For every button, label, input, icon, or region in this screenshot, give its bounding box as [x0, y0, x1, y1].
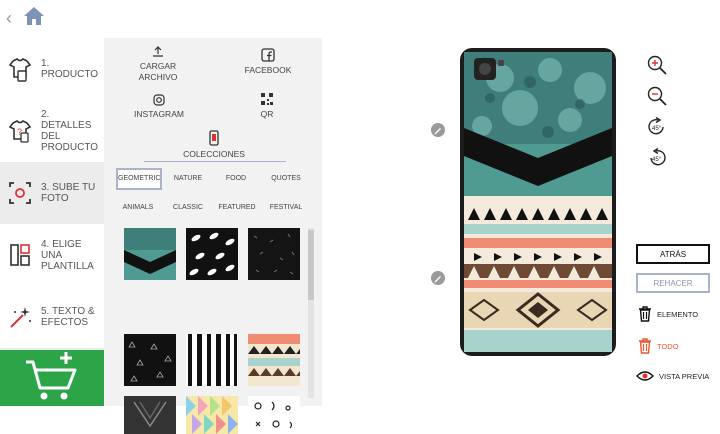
rotate-right-45-icon[interactable]: 45° — [646, 116, 668, 138]
back-button[interactable]: ATRÁS — [636, 244, 710, 264]
top-bar: ‹ — [0, 0, 720, 38]
sidebar-step-template[interactable]: 4. ELIGE UNA PLANTILLA — [0, 224, 104, 286]
preview-button[interactable]: VISTA PREVIA — [636, 370, 709, 382]
sidebar-step-label: 2. DETALLES DEL PRODUCTO — [41, 109, 99, 153]
camera-frame-icon — [9, 182, 31, 204]
back-chevron-icon[interactable]: ‹ — [6, 8, 12, 29]
category-featured[interactable]: FEATURED — [216, 204, 258, 211]
collections-divider — [144, 161, 286, 162]
edit-pencil-icon[interactable] — [431, 271, 445, 285]
upload-icon — [153, 46, 163, 57]
zoom-in-icon[interactable] — [646, 54, 668, 76]
qr-button[interactable]: QR — [244, 92, 290, 120]
instagram-button[interactable]: INSTAGRAM — [124, 94, 194, 120]
add-to-cart-button[interactable] — [0, 350, 104, 406]
instagram-icon — [153, 94, 165, 106]
facebook-icon — [261, 48, 275, 62]
eye-icon — [636, 371, 654, 381]
category-geometric[interactable]: GEOMETRIC — [116, 168, 162, 190]
collections-button[interactable]: COLECCIONES — [164, 130, 264, 160]
tshirt-question-icon: ? — [8, 120, 32, 143]
category-animals[interactable]: ANIMALS — [118, 204, 158, 211]
qr-code-icon — [261, 93, 273, 105]
all-label: TODO — [657, 341, 679, 351]
template-tile[interactable] — [124, 228, 176, 280]
preview-label: VISTA PREVIA — [659, 371, 710, 381]
rotate-left-45-icon[interactable]: 45° — [646, 147, 668, 169]
upload-label: CARGAR ARCHIVO — [138, 61, 178, 82]
category-quotes[interactable]: QUOTES — [268, 175, 304, 182]
template-tile[interactable] — [124, 396, 176, 434]
edit-pencil-icon[interactable] — [431, 123, 445, 137]
template-layout-icon — [10, 244, 30, 266]
instagram-label: INSTAGRAM — [134, 109, 184, 119]
svg-text:45°: 45° — [652, 126, 662, 132]
sidebar-step-label: 3. SUBE TU FOTO — [41, 182, 96, 204]
sidebar-step-text-effects[interactable]: 5. TEXTO & EFECTOS — [0, 286, 104, 348]
svg-text:45°: 45° — [652, 157, 662, 163]
category-food[interactable]: FOOD — [220, 175, 252, 182]
trash-icon — [639, 306, 651, 322]
template-tile[interactable] — [186, 228, 238, 280]
collections-label: COLECCIONES — [183, 149, 245, 159]
category-festival[interactable]: FESTIVAL — [266, 204, 306, 211]
facebook-button[interactable]: FACEBOOK — [232, 48, 304, 76]
category-nature[interactable]: NATURE — [170, 175, 206, 182]
template-tile[interactable] — [186, 334, 238, 386]
upload-file-button[interactable]: CARGAR ARCHIVO — [120, 46, 196, 83]
category-classic[interactable]: CLASSIC — [170, 204, 206, 211]
sidebar-step-label: 5. TEXTO & EFECTOS — [41, 306, 95, 328]
delete-all-button[interactable]: TODO — [638, 338, 679, 354]
template-tile[interactable] — [248, 228, 300, 280]
facebook-label: FACEBOOK — [244, 65, 292, 75]
sidebar-step-label: 4. ELIGE UNA PLANTILLA — [41, 238, 94, 272]
phone-collection-icon — [209, 130, 219, 146]
home-icon[interactable] — [22, 4, 46, 28]
upload-panel: CARGAR ARCHIVO FACEBOOK INSTAGRAM QR COL… — [104, 38, 322, 434]
magic-wand-icon — [10, 307, 31, 328]
zoom-out-icon[interactable] — [646, 85, 668, 107]
sidebar-step-details[interactable]: ? 2. DETALLES DEL PRODUCTO — [0, 100, 104, 162]
qr-label: QR — [260, 109, 274, 119]
template-tile[interactable] — [248, 334, 300, 386]
template-tile[interactable] — [124, 334, 176, 386]
cart-plus-icon — [26, 352, 77, 400]
tshirt-phone-icon — [8, 58, 32, 82]
element-label: ELEMENTO — [657, 309, 699, 319]
sidebar-step-label: 1. PRODUCTO — [41, 58, 99, 80]
template-tile[interactable] — [186, 396, 238, 434]
phone-case-preview[interactable] — [460, 48, 616, 356]
template-scrollbar-thumb[interactable] — [308, 230, 314, 300]
trash-icon — [639, 338, 651, 354]
template-tile[interactable] — [248, 396, 300, 434]
sidebar-step-upload[interactable]: 3. SUBE TU FOTO — [0, 162, 104, 224]
redo-button[interactable]: REHACER — [636, 273, 710, 293]
delete-element-button[interactable]: ELEMENTO — [638, 306, 698, 322]
sidebar-step-product[interactable]: 1. PRODUCTO — [0, 38, 104, 100]
